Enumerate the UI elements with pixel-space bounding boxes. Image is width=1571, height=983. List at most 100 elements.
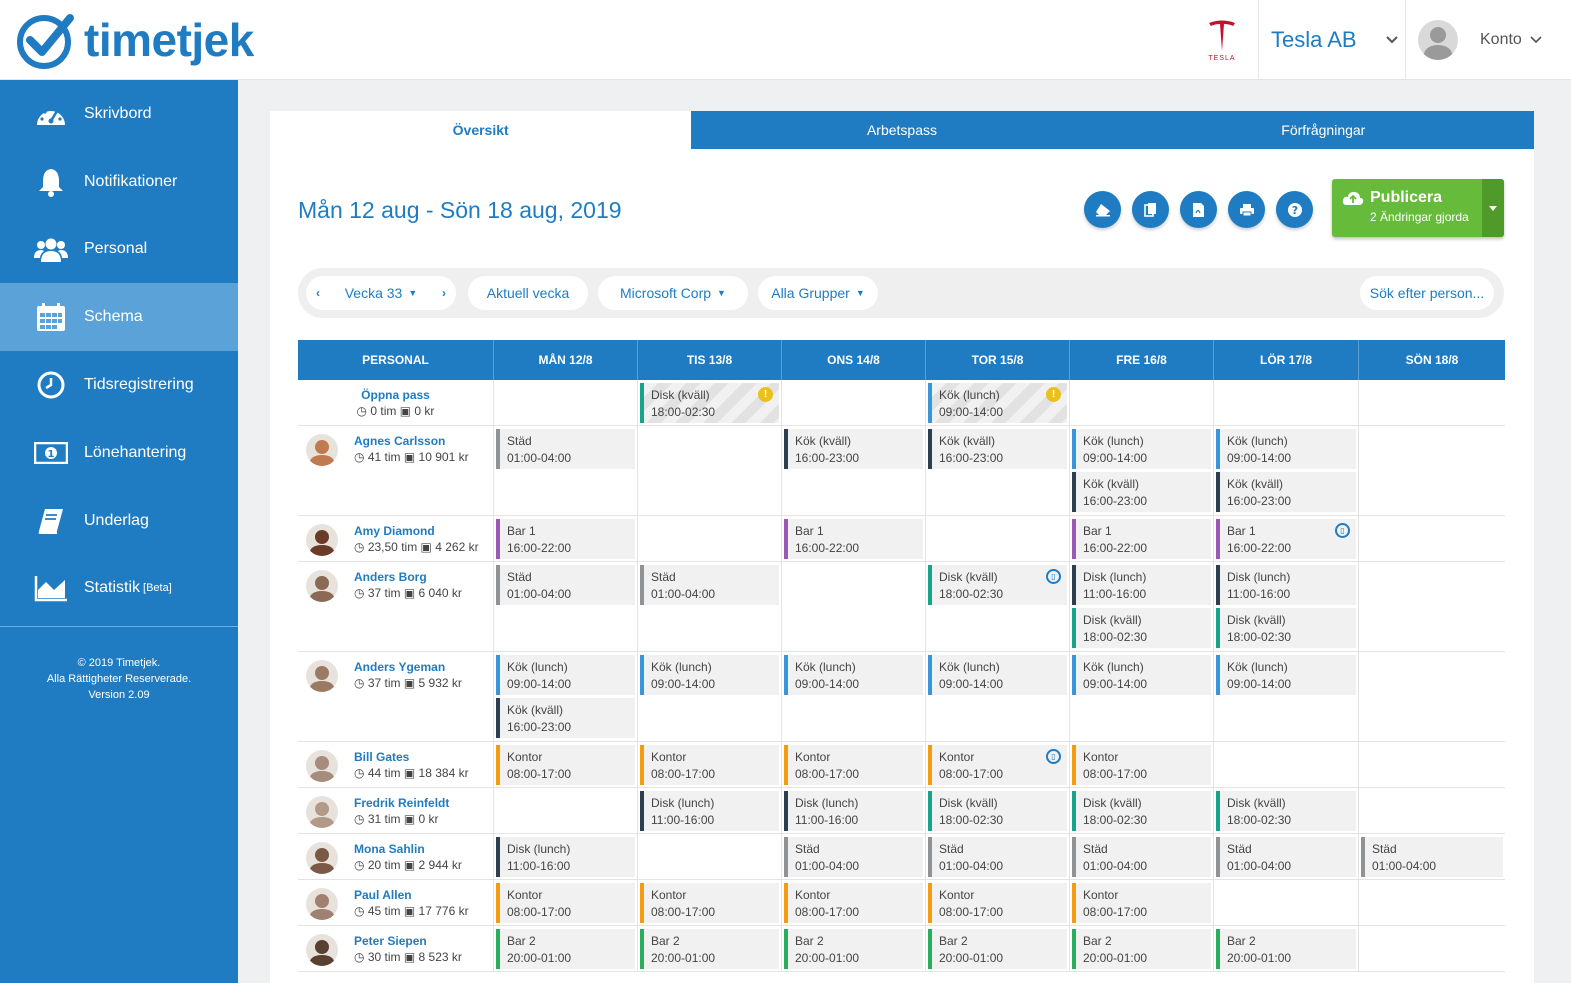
shift-card[interactable]: Kök (lunch) 09:00-14:00! xyxy=(928,383,1067,423)
day-cell[interactable] xyxy=(494,380,638,425)
day-cell[interactable] xyxy=(1359,742,1505,787)
client-dropdown[interactable]: Microsoft Corp ▼ xyxy=(598,276,748,310)
shift-card[interactable]: Städ 01:00-04:00 xyxy=(1361,837,1503,877)
shift-card[interactable]: Kök (lunch) 09:00-14:00 xyxy=(928,655,1067,695)
day-cell[interactable]: Disk (lunch) 11:00-16:00 Disk (kväll) 18:00… xyxy=(1070,562,1214,651)
day-cell[interactable]: Städ 01:00-04:00 xyxy=(1359,834,1505,879)
copy-button[interactable] xyxy=(1132,191,1169,228)
day-cell[interactable]: Disk (lunch) 11:00-16:00 xyxy=(638,788,782,833)
shift-card[interactable]: Kontor 08:00-17:00 xyxy=(640,745,779,785)
person-name[interactable]: Amy Diamond xyxy=(354,524,479,538)
day-cell[interactable]: Kök (kväll) 16:00-23:00 xyxy=(926,426,1070,515)
shift-card[interactable]: Disk (kväll) 18:00-02:30 xyxy=(1216,791,1356,831)
shift-card[interactable]: Kök (kväll) 16:00-23:00 xyxy=(1072,472,1211,512)
day-cell[interactable]: Kök (lunch) 09:00-14:00 xyxy=(638,652,782,741)
sidebar-item-personal[interactable]: Personal xyxy=(0,216,238,284)
person-cell[interactable]: Agnes Carlsson ◷ 41 tim ▣ 10 901 kr xyxy=(298,426,494,515)
shift-card[interactable]: Disk (kväll) 18:00-02:30 xyxy=(1072,791,1211,831)
shift-card[interactable]: Kontor 08:00-17:00 xyxy=(496,745,635,785)
day-cell[interactable]: Kontor 08:00-17:00 xyxy=(494,880,638,925)
day-cell[interactable] xyxy=(926,516,1070,561)
eraser-button[interactable] xyxy=(1084,191,1121,228)
groups-dropdown[interactable]: Alla Grupper ▼ xyxy=(758,276,878,310)
shift-card[interactable]: Kök (kväll) 16:00-23:00 xyxy=(928,429,1067,469)
day-cell[interactable]: Städ 01:00-04:00 xyxy=(1214,834,1359,879)
print-button[interactable] xyxy=(1228,191,1265,228)
day-cell[interactable]: Kök (lunch) 09:00-14:00 xyxy=(782,652,926,741)
day-cell[interactable]: Kontor 08:00-17:00 xyxy=(1070,742,1214,787)
shift-card[interactable]: Kontor 08:00-17:00 xyxy=(496,883,635,923)
shift-card[interactable]: Bar 2 20:00-01:00 xyxy=(496,929,635,969)
person-cell[interactable]: Peter Siepen ◷ 30 tim ▣ 8 523 kr xyxy=(298,926,494,971)
day-cell[interactable]: Kök (lunch) 09:00-14:00 xyxy=(926,652,1070,741)
shift-card[interactable]: Disk (lunch) 11:00-16:00 xyxy=(1072,565,1211,605)
day-cell[interactable]: Bar 1 16:00-22:00 xyxy=(1070,516,1214,561)
shift-card[interactable]: Bar 1 16:00-22:00 xyxy=(784,519,923,559)
shift-card[interactable]: Kontor 08:00-17:00 xyxy=(784,883,923,923)
shift-card[interactable]: Bar 2 20:00-01:00 xyxy=(928,929,1067,969)
shift-card[interactable]: Bar 1 16:00-22:00 xyxy=(496,519,635,559)
sidebar-item-tidsregistrering[interactable]: Tidsregistrering xyxy=(0,351,238,419)
person-name[interactable]: Bill Gates xyxy=(354,750,469,764)
day-cell[interactable]: Bar 2 20:00-01:00 xyxy=(926,926,1070,971)
day-cell[interactable]: Disk (kväll) 18:00-02:30 xyxy=(926,788,1070,833)
shift-card[interactable]: Disk (kväll) 18:00-02:30 ▯ xyxy=(928,565,1067,605)
day-cell[interactable] xyxy=(1070,380,1214,425)
shift-card[interactable]: Städ 01:00-04:00 xyxy=(496,429,635,469)
shift-card[interactable]: Kök (kväll) 16:00-23:00 xyxy=(784,429,923,469)
app-logo[interactable]: timetjek xyxy=(16,8,254,72)
day-cell[interactable]: Städ 01:00-04:00 xyxy=(494,426,638,515)
shift-card[interactable]: Kontor 08:00-17:00 xyxy=(1072,883,1211,923)
day-cell[interactable] xyxy=(1359,380,1505,425)
shift-card[interactable]: Kök (lunch) 09:00-14:00 xyxy=(1072,655,1211,695)
shift-card[interactable]: Disk (kväll) 18:00-02:30! xyxy=(640,383,779,423)
day-cell[interactable]: Kontor 08:00-17:00 xyxy=(638,742,782,787)
day-cell[interactable] xyxy=(1359,426,1505,515)
day-cell[interactable] xyxy=(1214,380,1359,425)
day-cell[interactable]: Kök (kväll) 16:00-23:00 xyxy=(782,426,926,515)
day-cell[interactable]: Städ 01:00-04:00 xyxy=(782,834,926,879)
person-cell[interactable]: Anders Ygeman ◷ 37 tim ▣ 5 932 kr xyxy=(298,652,494,741)
person-name[interactable]: Peter Siepen xyxy=(354,934,462,948)
prev-week-button[interactable]: ‹ xyxy=(316,286,320,300)
week-dropdown[interactable]: Vecka 33 ▼ xyxy=(345,285,418,301)
shift-card[interactable]: Bar 1 16:00-22:00 ▯ xyxy=(1216,519,1356,559)
shift-card[interactable]: Bar 1 16:00-22:00 xyxy=(1072,519,1211,559)
person-name[interactable]: Fredrik Reinfeldt xyxy=(354,796,449,810)
sidebar-item-statistik[interactable]: Statistik [Beta] xyxy=(0,555,238,623)
day-cell[interactable]: Kök (lunch) 09:00-14:00! xyxy=(926,380,1070,425)
day-cell[interactable]: Kontor 08:00-17:00 xyxy=(782,880,926,925)
day-cell[interactable]: Kontor 08:00-17:00 xyxy=(638,880,782,925)
shift-card[interactable]: Kontor 08:00-17:00 xyxy=(1072,745,1211,785)
person-cell[interactable]: Amy Diamond ◷ 23,50 tim ▣ 4 262 kr xyxy=(298,516,494,561)
shift-card[interactable]: Städ 01:00-04:00 xyxy=(1072,837,1211,877)
person-cell[interactable]: Anders Borg ◷ 37 tim ▣ 6 040 kr xyxy=(298,562,494,651)
day-cell[interactable]: Disk (lunch) 11:00-16:00 xyxy=(782,788,926,833)
shift-card[interactable]: Kök (lunch) 09:00-14:00 xyxy=(1216,429,1356,469)
day-cell[interactable]: Kök (lunch) 09:00-14:00 Kök (kväll) 16:00-2… xyxy=(1214,426,1359,515)
person-name[interactable]: Anders Ygeman xyxy=(354,660,462,674)
day-cell[interactable] xyxy=(1359,880,1505,925)
day-cell[interactable]: Städ 01:00-04:00 xyxy=(1070,834,1214,879)
shift-card[interactable]: Kontor 08:00-17:00 ▯ xyxy=(928,745,1067,785)
shift-card[interactable]: Kök (kväll) 16:00-23:00 xyxy=(1216,472,1356,512)
shift-card[interactable]: Disk (lunch) 11:00-16:00 xyxy=(1216,565,1356,605)
day-cell[interactable]: Bar 2 20:00-01:00 xyxy=(638,926,782,971)
shift-card[interactable]: Disk (lunch) 11:00-16:00 xyxy=(496,837,635,877)
day-cell[interactable] xyxy=(494,788,638,833)
sidebar-item-schema[interactable]: Schema xyxy=(0,283,238,352)
shift-card[interactable]: Kontor 08:00-17:00 xyxy=(928,883,1067,923)
day-cell[interactable]: Bar 2 20:00-01:00 xyxy=(494,926,638,971)
day-cell[interactable] xyxy=(1359,788,1505,833)
day-cell[interactable]: Kök (lunch) 09:00-14:00 xyxy=(1214,652,1359,741)
day-cell[interactable]: Bar 2 20:00-01:00 xyxy=(782,926,926,971)
day-cell[interactable]: Städ 01:00-04:00 xyxy=(494,562,638,651)
shift-card[interactable]: Städ 01:00-04:00 xyxy=(784,837,923,877)
day-cell[interactable]: Disk (kväll) 18:00-02:30 xyxy=(1214,788,1359,833)
shift-card[interactable]: Kontor 08:00-17:00 xyxy=(640,883,779,923)
day-cell[interactable] xyxy=(1359,926,1505,971)
day-cell[interactable]: Städ 01:00-04:00 xyxy=(926,834,1070,879)
shift-card[interactable]: Bar 2 20:00-01:00 xyxy=(784,929,923,969)
day-cell[interactable]: Kontor 08:00-17:00 xyxy=(926,880,1070,925)
shift-card[interactable]: Kontor 08:00-17:00 xyxy=(784,745,923,785)
